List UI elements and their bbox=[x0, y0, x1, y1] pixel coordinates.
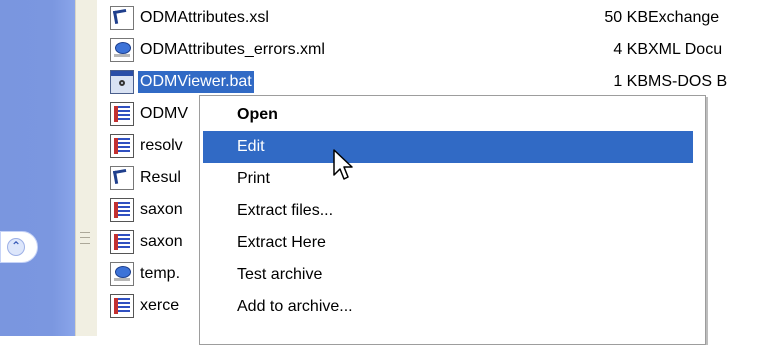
file-name: ODMViewer.bat bbox=[138, 71, 254, 93]
file-type: Exchange bbox=[648, 9, 720, 26]
menu-item-add-to-archive[interactable]: Add to archive... bbox=[203, 291, 693, 323]
batch-file-icon bbox=[110, 70, 134, 94]
file-type: XML Docu bbox=[648, 41, 723, 58]
file-name: ODMV bbox=[140, 105, 188, 122]
executable-file-icon bbox=[110, 198, 134, 222]
file-row[interactable]: ODMAttributes_errors.xml 4 KB XML Docu bbox=[108, 32, 760, 64]
executable-file-icon bbox=[110, 102, 134, 126]
file-name: temp. bbox=[140, 265, 181, 282]
executable-file-icon bbox=[110, 230, 134, 254]
file-name: ODMAttributes.xsl bbox=[140, 9, 269, 26]
file-row[interactable]: ODMAttributes.xsl 50 KB Exchange bbox=[108, 0, 760, 32]
menu-item-open[interactable]: Open bbox=[203, 99, 693, 131]
xml-file-icon bbox=[110, 262, 134, 286]
file-size: 4 KB bbox=[613, 41, 648, 58]
menu-item-extract-here[interactable]: Extract Here bbox=[203, 227, 693, 259]
context-menu: Open Edit Print Extract files... Extract… bbox=[199, 95, 706, 345]
file-name: ODMAttributes_errors.xml bbox=[140, 41, 325, 58]
file-row-selected[interactable]: ODMViewer.bat 1 KB MS-DOS B bbox=[108, 64, 760, 96]
file-size: 50 KB bbox=[604, 9, 648, 26]
file-name: saxon bbox=[140, 233, 183, 250]
splitter-grip-icon bbox=[80, 232, 90, 244]
menu-item-edit[interactable]: Edit bbox=[203, 131, 693, 163]
file-size: 1 KB bbox=[613, 73, 648, 90]
task-pane: ⌃ bbox=[0, 0, 75, 336]
mouse-pointer-icon bbox=[333, 149, 353, 180]
xsl-file-icon bbox=[110, 6, 134, 30]
file-type: MS-DOS B bbox=[648, 73, 728, 90]
menu-item-test-archive[interactable]: Test archive bbox=[203, 259, 693, 291]
menu-item-extract-files[interactable]: Extract files... bbox=[203, 195, 693, 227]
xsl-file-icon bbox=[110, 166, 134, 190]
menu-item-print[interactable]: Print bbox=[203, 163, 693, 195]
executable-file-icon bbox=[110, 294, 134, 318]
pane-splitter[interactable] bbox=[75, 0, 97, 336]
executable-file-icon bbox=[110, 134, 134, 158]
file-name: resolv bbox=[140, 137, 183, 154]
file-name: saxon bbox=[140, 201, 183, 218]
double-chevron-up-icon: ⌃ bbox=[7, 238, 25, 256]
file-name: Resul bbox=[140, 169, 181, 186]
file-name: xerce bbox=[140, 297, 180, 314]
xml-file-icon bbox=[110, 38, 134, 62]
collapse-pane-button[interactable]: ⌃ bbox=[0, 231, 38, 263]
